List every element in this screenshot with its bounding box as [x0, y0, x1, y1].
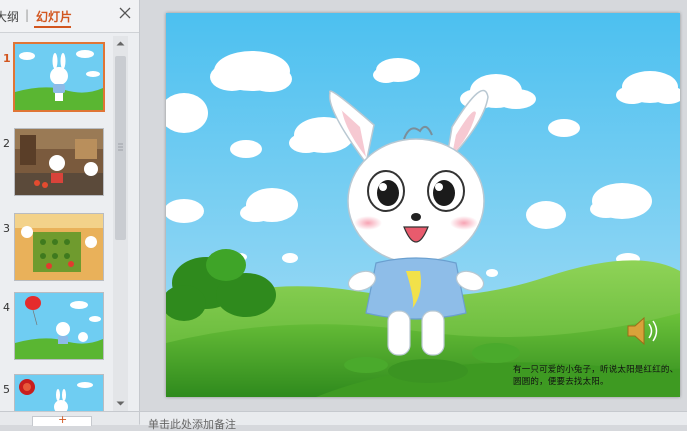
speaker-icon[interactable]: [624, 311, 664, 351]
thumbnail-item[interactable]: 2: [0, 128, 112, 198]
thumbnail-image[interactable]: [13, 42, 105, 112]
thumbnail-number: 3: [3, 222, 10, 235]
grip-icon: [118, 143, 123, 151]
slide-panel: 大纲 | 幻灯片 1 2 3 4 5 +: [0, 0, 140, 426]
thumbnail-list: 1 2 3 4 5: [0, 33, 112, 411]
panel-footer: +: [0, 411, 139, 426]
slide-caption: 有一只可爱的小兔子，听说太阳是红红的、圆圆的，便要去找太阳。: [513, 365, 679, 387]
thumbnail-scrollbar[interactable]: [113, 36, 128, 411]
notes-pane[interactable]: 单击此处添加备注: [140, 411, 687, 431]
add-slide-plus-icon: +: [58, 413, 68, 426]
thumbnail-item[interactable]: 1: [0, 42, 112, 113]
thumbnail-item[interactable]: 4: [0, 292, 112, 362]
thumbnail-item[interactable]: 3: [0, 213, 112, 283]
notes-placeholder[interactable]: 单击此处添加备注: [148, 419, 236, 431]
slide-canvas[interactable]: 有一只可爱的小兔子，听说太阳是红红的、圆圆的，便要去找太阳。: [166, 13, 680, 397]
thumbnail-image[interactable]: [14, 128, 104, 196]
tab-active-indicator: [34, 26, 71, 28]
thumbnail-image[interactable]: [14, 292, 104, 360]
scroll-down-arrow-icon[interactable]: [113, 396, 128, 411]
thumbnail-item[interactable]: 5: [0, 374, 112, 411]
thumbnail-image[interactable]: [14, 374, 104, 411]
slide-illustration: [166, 13, 680, 397]
thumbnail-number: 1: [3, 52, 11, 65]
scroll-up-arrow-icon[interactable]: [113, 36, 128, 51]
thumbnail-number: 5: [3, 383, 10, 396]
thumbnail-image[interactable]: [14, 213, 104, 281]
scrollbar-thumb[interactable]: [115, 56, 126, 240]
add-slide-button[interactable]: +: [32, 413, 92, 426]
panel-tabbar: 大纲 | 幻灯片: [0, 0, 139, 33]
thumbnail-number: 2: [3, 137, 10, 150]
tab-slides[interactable]: 幻灯片: [36, 8, 72, 25]
thumbnail-number: 4: [3, 301, 10, 314]
tab-outline[interactable]: 大纲: [0, 8, 19, 25]
close-icon[interactable]: [118, 6, 132, 20]
tab-separator: |: [25, 8, 30, 22]
